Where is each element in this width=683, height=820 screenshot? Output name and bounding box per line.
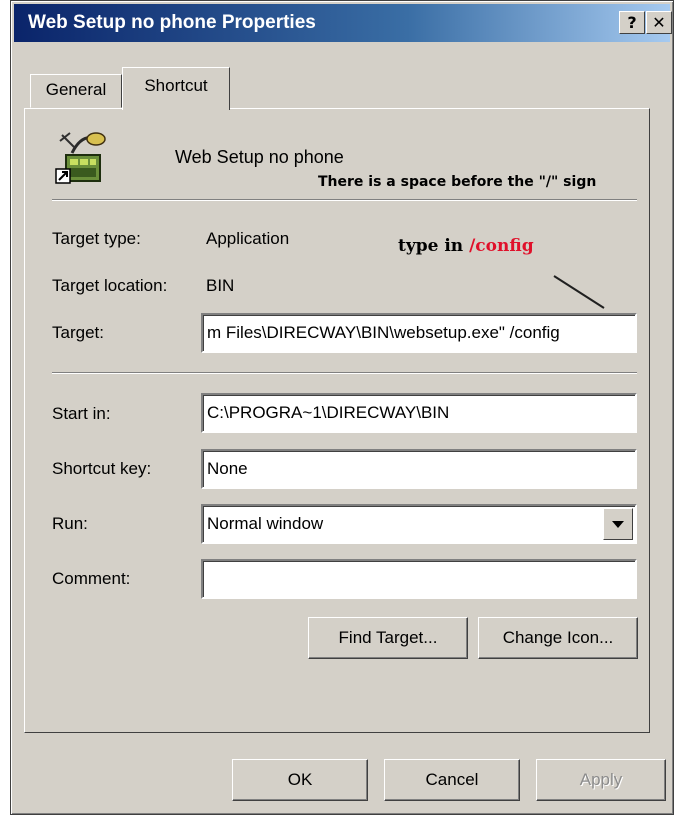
space-note-annotation: There is a space before the "/" sign: [318, 174, 597, 190]
target-field[interactable]: m Files\DIRECWAY\BIN\websetup.exe" /conf…: [201, 313, 637, 353]
find-target-button[interactable]: Find Target...: [308, 617, 468, 659]
comment-label: Comment:: [52, 569, 131, 588]
application-icon: [55, 132, 106, 184]
ok-button[interactable]: OK: [232, 759, 368, 801]
run-select-value: Normal window: [207, 514, 324, 533]
close-button[interactable]: ✕: [646, 11, 672, 34]
window-title: Web Setup no phone Properties: [28, 12, 316, 33]
apply-button[interactable]: Apply: [536, 759, 666, 801]
config-highlight: /config: [469, 236, 534, 256]
run-dropdown-button[interactable]: [603, 508, 633, 540]
run-label: Run:: [52, 514, 88, 533]
type-in-prefix: type in: [398, 236, 470, 256]
app-name: Web Setup no phone: [175, 147, 344, 167]
tab-general[interactable]: General: [30, 74, 122, 108]
start-in-field[interactable]: C:\PROGRA~1\DIRECWAY\BIN: [201, 393, 637, 433]
change-icon-button[interactable]: Change Icon...: [478, 617, 638, 659]
target-type-value: Application: [206, 229, 290, 248]
shortcut-key-label: Shortcut key:: [52, 459, 152, 478]
help-button[interactable]: ?: [619, 11, 645, 34]
annotation-arrow: [553, 275, 605, 309]
comment-field[interactable]: [201, 559, 637, 599]
tab-shortcut[interactable]: Shortcut: [122, 67, 230, 110]
target-location-value: BIN: [206, 276, 235, 295]
title-bar[interactable]: Web Setup no phone Properties ? ✕: [14, 4, 672, 42]
target-type-label: Target type:: [52, 229, 141, 248]
run-select[interactable]: Normal window: [201, 504, 637, 544]
chevron-down-icon: [612, 521, 624, 528]
cancel-button[interactable]: Cancel: [384, 759, 520, 801]
target-location-label: Target location:: [52, 276, 168, 295]
type-in-annotation: type in /config: [398, 236, 534, 256]
target-separator: [52, 372, 637, 374]
start-in-label: Start in:: [52, 404, 111, 423]
shortcut-key-field[interactable]: None: [201, 449, 637, 489]
header-separator: [52, 199, 637, 201]
target-label: Target:: [52, 323, 104, 342]
